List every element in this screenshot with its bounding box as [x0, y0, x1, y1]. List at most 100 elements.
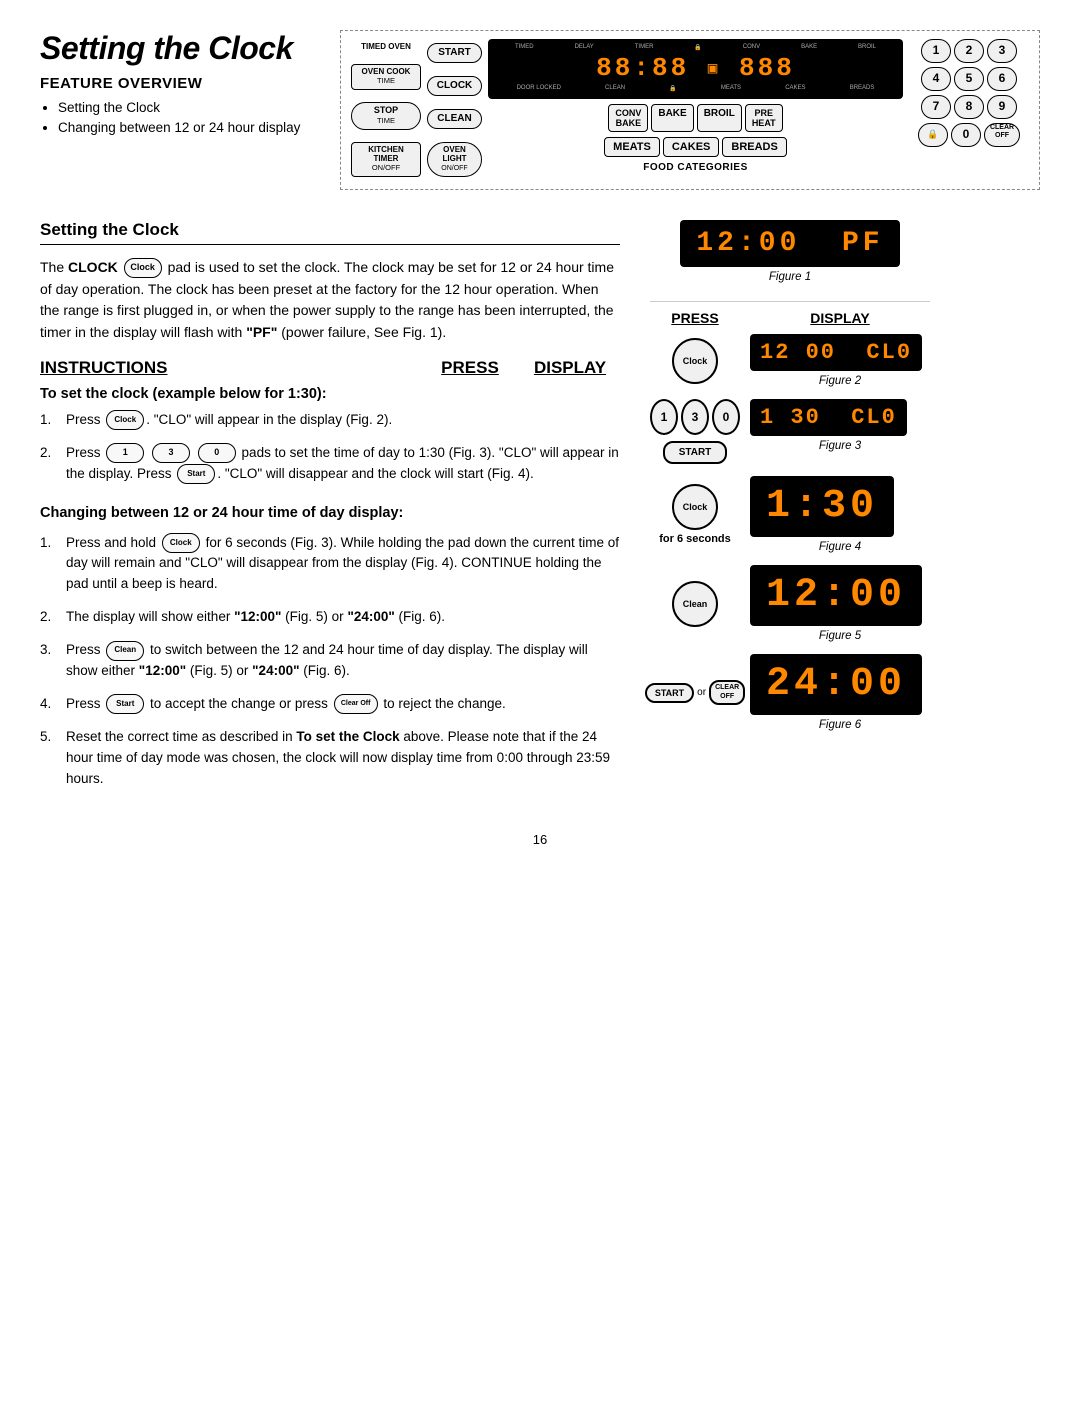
btn-0-diagram[interactable]: 0 [712, 399, 740, 435]
figure-4-label: Figure 4 [750, 541, 930, 553]
for-6-seconds-text: for 6 seconds [650, 533, 740, 545]
numpad-0[interactable]: 0 [951, 123, 981, 147]
numpad-3[interactable]: 3 [987, 39, 1017, 63]
figure-6-block: 24:00 Figure 6 [750, 654, 930, 731]
pre-heat-btn[interactable]: PREHEAT [745, 104, 783, 132]
press-clock-diagram[interactable]: Clock [650, 338, 740, 384]
clock-inline-btn-2[interactable]: Clock [106, 410, 144, 430]
step-content-2-4: Press Start to accept the change or pres… [66, 694, 620, 715]
numpad-4[interactable]: 4 [921, 67, 951, 91]
clear-off-diagram[interactable]: CLEAROFF [709, 680, 745, 705]
conv-bake-btn[interactable]: CONVBAKE [608, 104, 648, 132]
start-inline-btn[interactable]: Start [177, 464, 215, 484]
page-number: 16 [40, 832, 1040, 847]
figure-5-display: 12:00 [750, 565, 922, 626]
clock-bold: CLOCK [68, 259, 118, 275]
numpad-7[interactable]: 7 [921, 95, 951, 119]
broil-btn[interactable]: BROIL [697, 104, 742, 132]
press-clean-diagram[interactable]: Clean [650, 581, 740, 627]
numpad-6[interactable]: 6 [987, 67, 1017, 91]
start-inline-btn-2[interactable]: Start [106, 694, 144, 714]
title-column: Setting the Clock FEATURE OVERVIEW Setti… [40, 30, 320, 190]
function-btns-row: CONVBAKE BAKE BROIL PREHEAT [488, 104, 903, 132]
pf-text: "PF" [246, 324, 277, 340]
step-num: 1. [40, 410, 58, 431]
oven-light-btn[interactable]: OVENLIGHTON/OFF [427, 142, 482, 176]
btn-0-inline[interactable]: 0 [198, 443, 236, 463]
numpad-lock[interactable]: 🔒 [918, 123, 948, 147]
step-num-2-4: 4. [40, 694, 58, 715]
left-content: Setting the Clock The CLOCK Clock pad is… [40, 220, 620, 802]
figure-1-label: Figure 1 [650, 271, 930, 283]
start-btn[interactable]: START [427, 43, 482, 63]
header-section: Setting the Clock FEATURE OVERVIEW Setti… [40, 30, 1040, 190]
numpad: 1 2 3 4 5 6 7 8 9 🔒 0 CLEAROFF [909, 39, 1029, 181]
clean-inline-btn[interactable]: Clean [106, 641, 144, 661]
main-title: Setting the Clock [40, 30, 320, 67]
steps-list-2: 1. Press and hold Clock for 6 seconds (F… [40, 533, 620, 790]
step-1-2: 2. Press 1 3 0 pads to set the time of d… [40, 443, 620, 485]
figure-3-display: 1 30 CL0 [750, 399, 907, 436]
feature-list: Setting the Clock Changing between 12 or… [40, 98, 320, 139]
stop-time-btn[interactable]: STOPTIME [351, 102, 421, 130]
instructions-col-header: INSTRUCTIONS [40, 358, 420, 378]
btn-1-diagram[interactable]: 1 [650, 399, 678, 435]
oven-cook-time-btn[interactable]: OVEN COOKTIME [351, 64, 421, 90]
clear-off-btn[interactable]: CLEAROFF [984, 123, 1020, 147]
figure-3-block: 1 30 CL0 Figure 3 [750, 399, 930, 452]
figure-1-display: 12:00 PF [680, 220, 899, 267]
press-start-or-clearoff: START or CLEAROFF [650, 680, 740, 705]
step-content-2-2: The display will show either "12:00" (Fi… [66, 607, 620, 628]
start-btn-diagram[interactable]: START [663, 441, 728, 464]
step-1-1: 1. Press Clock. "CLO" will appear in the… [40, 410, 620, 431]
clear-off-inline-btn[interactable]: Clear Off [334, 694, 378, 714]
clock-inline-btn-3[interactable]: Clock [162, 533, 200, 553]
start-diagram-2[interactable]: START [645, 683, 694, 703]
meats-btn[interactable]: MEATS [604, 137, 660, 157]
press-col-header: PRESS [425, 358, 515, 378]
numpad-row-2: 4 5 6 [909, 67, 1029, 91]
figure-5-block: 12:00 Figure 5 [750, 565, 930, 642]
clock-btn[interactable]: CLOCK [427, 76, 482, 96]
step-2-3: 3. Press Clean to switch between the 12 … [40, 640, 620, 682]
btn-3-diagram[interactable]: 3 [681, 399, 709, 435]
big-display-text: 88:88 ▣ 888 [496, 53, 895, 83]
numpad-9[interactable]: 9 [987, 95, 1017, 119]
figure-3-label: Figure 3 [750, 440, 930, 452]
breads-btn[interactable]: BREADS [722, 137, 786, 157]
timed-oven-label: TIMED OVEN [351, 43, 421, 52]
panel-center-btns: START CLOCK CLEAN OVENLIGHTON/OFF [427, 39, 482, 181]
intro-paragraph: The CLOCK Clock pad is used to set the c… [40, 257, 620, 344]
numpad-1[interactable]: 1 [921, 39, 951, 63]
numpad-8[interactable]: 8 [954, 95, 984, 119]
clock-inline-btn[interactable]: Clock [124, 258, 162, 278]
figure-1-block: 12:00 PF Figure 1 [650, 220, 930, 283]
clean-btn[interactable]: CLEAN [427, 109, 482, 129]
bake-btn[interactable]: BAKE [651, 104, 693, 132]
feature-item-2: Changing between 12 or 24 hour display [58, 118, 320, 138]
kitchen-timer-btn[interactable]: KITCHENTIMERON/OFF [351, 142, 421, 176]
btn-1-inline[interactable]: 1 [106, 443, 144, 463]
panel-side-labels: TIMED OVEN OVEN COOKTIME STOPTIME KITCHE… [351, 39, 421, 181]
figure-2-display: 12 00 CL0 [750, 334, 922, 371]
press-display-pair-2: 1 3 0 START 1 30 CL0 Figure 3 [650, 399, 930, 464]
step-content: Press Clock. "CLO" will appear in the di… [66, 410, 620, 431]
btn-3-inline[interactable]: 3 [152, 443, 190, 463]
steps-list-1: 1. Press Clock. "CLO" will appear in the… [40, 410, 620, 485]
instructions-columns-header: INSTRUCTIONS PRESS DISPLAY [40, 358, 620, 378]
press-display-pair-3: Clock for 6 seconds 1:30 Figure 4 [650, 476, 930, 553]
step-content-2-3: Press Clean to switch between the 12 and… [66, 640, 620, 682]
feature-item-1: Setting the Clock [58, 98, 320, 118]
content-section: Setting the Clock The CLOCK Clock pad is… [40, 220, 1040, 802]
step-2-1: 1. Press and hold Clock for 6 seconds (F… [40, 533, 620, 596]
numpad-5[interactable]: 5 [954, 67, 984, 91]
press-display-pair-1: Clock 12 00 CL0 Figure 2 [650, 334, 930, 387]
step-num-2-2: 2. [40, 607, 58, 628]
feature-overview-title: FEATURE OVERVIEW [40, 75, 320, 92]
step-num-2-5: 5. [40, 727, 58, 790]
step-2-5: 5. Reset the correct time as described i… [40, 727, 620, 790]
numpad-2[interactable]: 2 [954, 39, 984, 63]
cakes-btn[interactable]: CAKES [663, 137, 720, 157]
figure-2-label: Figure 2 [750, 375, 930, 387]
press-clock-hold-diagram: Clock for 6 seconds [650, 484, 740, 545]
